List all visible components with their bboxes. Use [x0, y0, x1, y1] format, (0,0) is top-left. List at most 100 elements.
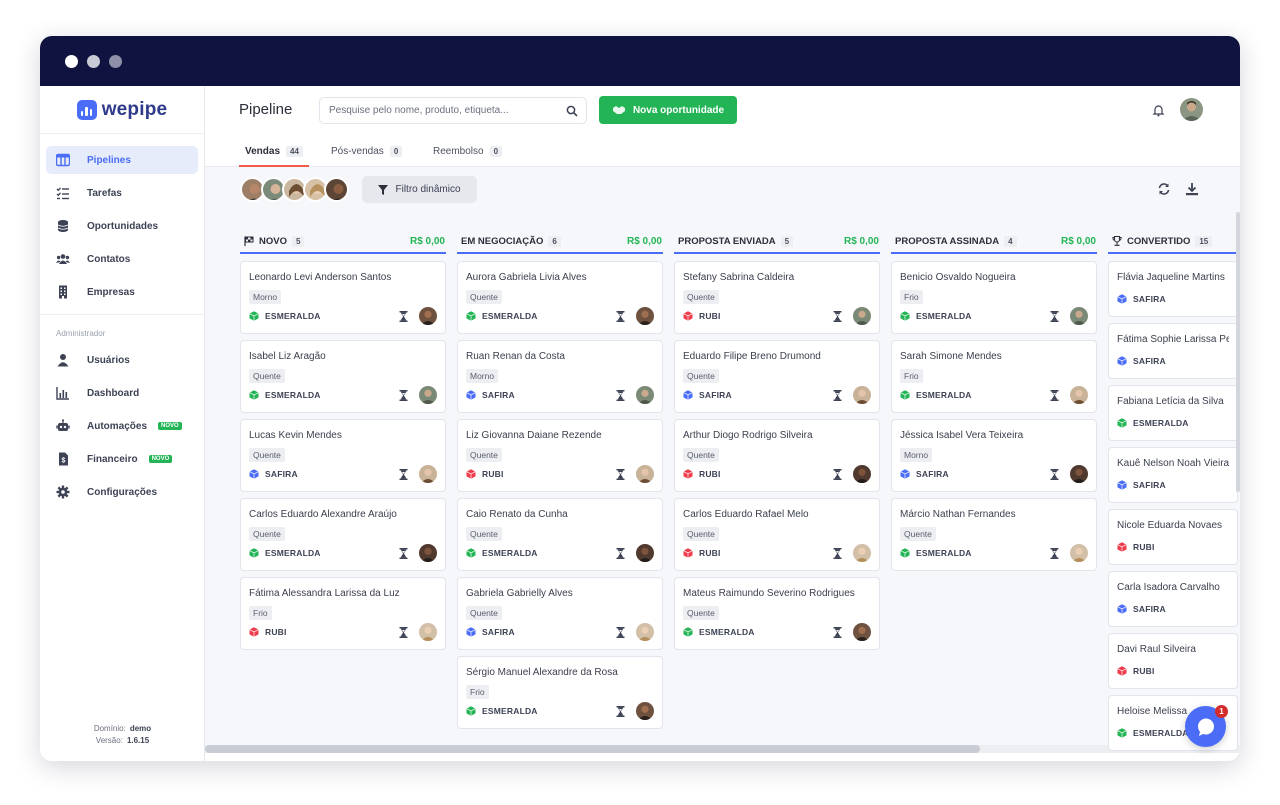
sync-icon[interactable] — [1157, 182, 1171, 196]
opportunity-card[interactable]: Leonardo Levi Anderson Santos Morno ESMERA… — [240, 261, 446, 334]
user-avatar[interactable] — [1180, 98, 1203, 121]
hourglass-icon[interactable] — [833, 389, 842, 401]
hourglass-icon[interactable] — [616, 547, 625, 559]
hourglass-icon[interactable] — [1050, 389, 1059, 401]
opportunity-card[interactable]: Eduardo Filipe Breno Drumond Quente SAFIRA — [674, 340, 880, 413]
opportunity-card[interactable]: Gabriela Gabrielly Alves Quente SAFIRA — [457, 577, 663, 650]
hourglass-icon[interactable] — [1050, 310, 1059, 322]
assignee-avatar[interactable] — [853, 386, 871, 404]
hourglass-icon[interactable] — [1050, 468, 1059, 480]
opportunity-card[interactable]: Jéssica Isabel Vera Teixeira Morno SAFIRA — [891, 419, 1097, 492]
assignee-avatar[interactable] — [636, 386, 654, 404]
hourglass-icon[interactable] — [399, 468, 408, 480]
sidebar-item-oportunidades[interactable]: Oportunidades — [46, 212, 198, 240]
assignee-avatar[interactable] — [419, 623, 437, 641]
horizontal-scrollbar[interactable] — [205, 745, 1240, 753]
assignee-avatar[interactable] — [636, 702, 654, 720]
hourglass-icon[interactable] — [616, 626, 625, 638]
card-footer: RUBI — [466, 465, 654, 483]
team-avatars[interactable] — [240, 177, 349, 202]
hourglass-icon[interactable] — [616, 705, 625, 717]
opportunity-card[interactable]: Kauê Nelson Noah Vieira SAFIRA — [1108, 447, 1238, 503]
assignee-avatar[interactable] — [853, 623, 871, 641]
download-icon[interactable] — [1185, 182, 1199, 196]
opportunity-card[interactable]: Ruan Renan da Costa Morno SAFIRA — [457, 340, 663, 413]
window-dot[interactable] — [65, 55, 78, 68]
assignee-avatar[interactable] — [419, 465, 437, 483]
search-icon[interactable] — [566, 105, 578, 117]
opportunity-card[interactable]: Benicio Osvaldo Nogueira Frio ESMERALDA — [891, 261, 1097, 334]
sidebar-item-tarefas[interactable]: Tarefas — [46, 179, 198, 207]
window-dot[interactable] — [109, 55, 122, 68]
dynamic-filter-button[interactable]: Filtro dinâmico — [362, 176, 477, 203]
assignee-avatar[interactable] — [419, 386, 437, 404]
product-name: ESMERALDA — [482, 311, 538, 321]
hourglass-icon[interactable] — [399, 626, 408, 638]
assignee-avatar[interactable] — [1070, 465, 1088, 483]
opportunity-card[interactable]: Liz Giovanna Daiane Rezende Quente RUBI — [457, 419, 663, 492]
opportunity-card[interactable]: Nicole Eduarda Novaes RUBI — [1108, 509, 1238, 565]
opportunity-card[interactable]: Mateus Raimundo Severino Rodrigues Quente… — [674, 577, 880, 650]
tab-reembolso[interactable]: Reembolso 0 — [427, 142, 508, 167]
bell-icon[interactable] — [1152, 104, 1165, 117]
opportunity-card[interactable]: Lucas Kevin Mendes Quente SAFIRA — [240, 419, 446, 492]
hourglass-icon[interactable] — [399, 389, 408, 401]
sidebar-item-usuarios[interactable]: Usuários — [46, 346, 198, 374]
assignee-avatar[interactable] — [419, 544, 437, 562]
opportunity-card[interactable]: Flávia Jaqueline Martins SAFIRA — [1108, 261, 1238, 317]
opportunity-card[interactable]: Sarah Simone Mendes Frio ESMERALDA — [891, 340, 1097, 413]
assignee-avatar[interactable] — [636, 544, 654, 562]
opportunity-card[interactable]: Carlos Eduardo Alexandre Araújo Quente ESM… — [240, 498, 446, 571]
opportunity-card[interactable]: Carlos Eduardo Rafael Melo Quente RUBI — [674, 498, 880, 571]
opportunity-card[interactable]: Fátima Sophie Larissa Pe SAFIRA — [1108, 323, 1238, 379]
hourglass-icon[interactable] — [833, 626, 842, 638]
assignee-avatar[interactable] — [853, 544, 871, 562]
opportunity-card[interactable]: Sérgio Manuel Alexandre da Rosa Frio ESMER… — [457, 656, 663, 729]
hourglass-icon[interactable] — [399, 310, 408, 322]
hourglass-icon[interactable] — [399, 547, 408, 559]
assignee-avatar[interactable] — [853, 307, 871, 325]
assignee-avatar[interactable] — [419, 307, 437, 325]
assignee-avatar[interactable] — [636, 623, 654, 641]
sidebar-item-empresas[interactable]: Empresas — [46, 278, 198, 306]
hourglass-icon[interactable] — [833, 468, 842, 480]
logo[interactable]: wepipe — [40, 86, 204, 134]
sidebar-item-configuracoes[interactable]: Configurações — [46, 478, 198, 506]
opportunity-card[interactable]: Caio Renato da Cunha Quente ESMERALDA — [457, 498, 663, 571]
tab-pós-vendas[interactable]: Pós-vendas 0 — [325, 142, 408, 167]
hourglass-icon[interactable] — [616, 389, 625, 401]
sidebar-item-contatos[interactable]: Contatos — [46, 245, 198, 273]
assignee-avatar[interactable] — [636, 465, 654, 483]
opportunity-card[interactable]: Carla Isadora Carvalho SAFIRA — [1108, 571, 1238, 627]
search-input[interactable]: Pesquise pelo nome, produto, etiqueta... — [319, 97, 587, 124]
hourglass-icon[interactable] — [833, 310, 842, 322]
avatar[interactable] — [324, 177, 349, 202]
opportunity-card[interactable]: Aurora Gabriela Livia Alves Quente ESMERAL… — [457, 261, 663, 334]
assignee-avatar[interactable] — [1070, 386, 1088, 404]
new-opportunity-button[interactable]: Nova oportunidade — [599, 96, 737, 124]
sidebar-item-automacoes[interactable]: Automações NOVO — [46, 412, 198, 440]
sidebar-item-financeiro[interactable]: $ Financeiro NOVO — [46, 445, 198, 473]
opportunity-card[interactable]: Davi Raul Silveira RUBI — [1108, 633, 1238, 689]
sidebar-item-pipelines[interactable]: Pipelines — [46, 146, 198, 174]
chat-widget-button[interactable]: 1 — [1185, 705, 1228, 747]
opportunity-card[interactable]: Arthur Diogo Rodrigo Silveira Quente RUBI — [674, 419, 880, 492]
new-badge: NOVO — [148, 455, 173, 463]
hourglass-icon[interactable] — [616, 310, 625, 322]
window-dot[interactable] — [87, 55, 100, 68]
hourglass-icon[interactable] — [833, 547, 842, 559]
vertical-scrollbar[interactable] — [1236, 212, 1240, 492]
hourglass-icon[interactable] — [1050, 547, 1059, 559]
assignee-avatar[interactable] — [1070, 544, 1088, 562]
hourglass-icon[interactable] — [616, 468, 625, 480]
assignee-avatar[interactable] — [636, 307, 654, 325]
assignee-avatar[interactable] — [853, 465, 871, 483]
opportunity-card[interactable]: Fabiana Letícia da Silva ESMERALDA — [1108, 385, 1238, 441]
opportunity-card[interactable]: Márcio Nathan Fernandes Quente ESMERALDA — [891, 498, 1097, 571]
sidebar-item-dashboard[interactable]: Dashboard — [46, 379, 198, 407]
tab-vendas[interactable]: Vendas 44 — [239, 142, 309, 167]
assignee-avatar[interactable] — [1070, 307, 1088, 325]
opportunity-card[interactable]: Isabel Liz Aragão Quente ESMERALDA — [240, 340, 446, 413]
opportunity-card[interactable]: Fátima Alessandra Larissa da Luz Frio RUBI — [240, 577, 446, 650]
opportunity-card[interactable]: Stefany Sabrina Caldeira Quente RUBI — [674, 261, 880, 334]
